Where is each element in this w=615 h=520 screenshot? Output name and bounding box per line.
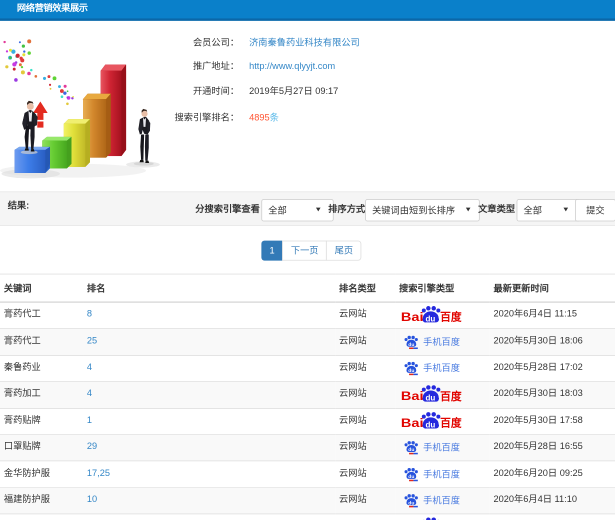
svg-text:du: du (408, 474, 414, 480)
svg-text:百度: 百度 (440, 390, 462, 403)
svg-text:du: du (408, 500, 414, 506)
svg-text:du: du (408, 448, 414, 454)
svg-text:百度: 百度 (440, 416, 462, 429)
svg-text:手机百度: 手机百度 (423, 495, 460, 506)
svg-text:du: du (426, 394, 436, 403)
svg-text:du: du (408, 342, 414, 348)
svg-text:手机百度: 手机百度 (423, 442, 460, 453)
svg-text:手机百度: 手机百度 (423, 362, 460, 373)
svg-text:Bai: Bai (401, 416, 424, 429)
svg-text:Bai: Bai (401, 310, 424, 323)
svg-text:du: du (408, 368, 414, 374)
svg-text:百度: 百度 (440, 311, 462, 324)
svg-text:Bai: Bai (401, 390, 424, 403)
svg-text:手机百度: 手机百度 (423, 336, 460, 347)
svg-text:手机百度: 手机百度 (423, 468, 460, 479)
svg-text:du: du (426, 314, 436, 323)
svg-text:du: du (426, 420, 436, 429)
